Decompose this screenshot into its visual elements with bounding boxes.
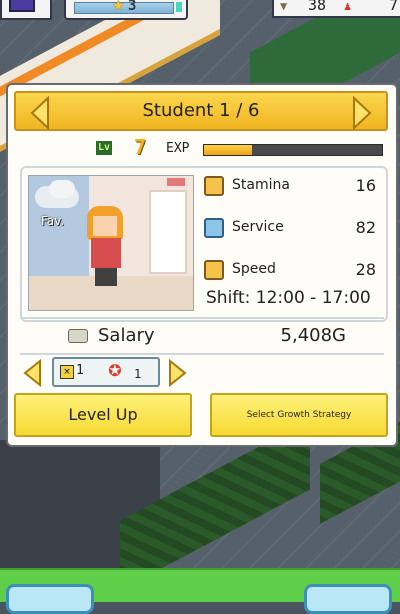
- stat-label: Service: [232, 219, 284, 235]
- next-strategy-button[interactable]: [168, 359, 188, 387]
- select-growth-strategy-button[interactable]: Select Growth Strategy: [210, 393, 388, 437]
- character-body: [91, 238, 121, 268]
- strategy-display: × 1 ✪ 1: [52, 357, 160, 387]
- rank-progress-fill: [176, 2, 182, 12]
- rank-value: 3: [128, 0, 137, 14]
- cloud-icon: [49, 180, 75, 198]
- hud-resources: ▼ 38 ♟ 7: [272, 0, 400, 18]
- stat-label: Speed: [232, 261, 276, 277]
- salary-row: Salary 5,408G: [20, 317, 384, 355]
- portrait-door: [149, 190, 187, 274]
- medal-icon: ▼: [280, 0, 288, 13]
- level-icon: Lv: [96, 141, 112, 155]
- title-bar: Student 1 / 6: [14, 91, 388, 131]
- coin-icon: [68, 329, 88, 343]
- resource1-value: 38: [308, 0, 327, 14]
- character-legs: [95, 268, 117, 286]
- exp-label: EXP: [166, 141, 190, 156]
- star-icon: ★: [112, 0, 125, 14]
- speed-icon: [204, 260, 224, 280]
- bottom-right-button[interactable]: [304, 584, 392, 614]
- bottom-left-button[interactable]: [6, 584, 94, 614]
- multiplier-value: 1: [76, 363, 84, 378]
- salary-label: Salary: [98, 325, 155, 346]
- stat-row-stamina: Stamina 16: [200, 174, 380, 200]
- chevron-left-icon: [23, 359, 41, 387]
- hud-menu[interactable]: [0, 0, 52, 20]
- service-icon: [204, 218, 224, 238]
- stat-value: 82: [355, 218, 376, 237]
- multiplier-icon: ×: [60, 365, 74, 379]
- exp-bar-fill: [204, 145, 253, 155]
- person-icon: ♟: [344, 0, 352, 13]
- stat-label: Stamina: [232, 177, 290, 193]
- shift-time: Shift: 12:00 - 17:00: [206, 288, 371, 308]
- hud-rank: ★ 3: [64, 0, 188, 20]
- hud-menu-icon: [9, 0, 35, 12]
- stats-box: Fav. Stamina 16 Service 82 Speed 28 Shif…: [20, 166, 388, 322]
- stat-row-service: Service 82: [200, 216, 380, 242]
- staff-panel: Student 1 / 6 Lv 7 EXP Fav. Stamina 16 S…: [6, 83, 398, 447]
- level-row: Lv 7 EXP: [8, 135, 396, 159]
- favorite-tag: Fav.: [41, 214, 65, 228]
- prev-strategy-button[interactable]: [22, 359, 42, 387]
- medal-count: 1: [134, 367, 142, 381]
- character-face: [93, 216, 117, 236]
- next-staff-button[interactable]: [352, 96, 374, 130]
- panel-title: Student 1 / 6: [142, 100, 260, 121]
- bow-decoration: [167, 178, 185, 186]
- medal-icon: ✪: [108, 361, 122, 380]
- level-value: 7: [134, 135, 147, 159]
- chevron-right-icon: [169, 359, 187, 387]
- strategy-row: × 1 ✪ 1: [8, 357, 396, 389]
- stat-value: 16: [355, 176, 376, 195]
- level-up-button[interactable]: Level Up: [14, 393, 192, 437]
- resource2-value: 7: [388, 0, 398, 14]
- chevron-right-icon: [353, 96, 372, 130]
- stat-value: 28: [355, 260, 376, 279]
- salary-value: 5,408G: [280, 325, 346, 346]
- stamina-icon: [204, 176, 224, 196]
- stat-row-speed: Speed 28: [200, 258, 380, 284]
- staff-portrait: Fav.: [28, 175, 194, 311]
- exp-bar: [203, 144, 383, 156]
